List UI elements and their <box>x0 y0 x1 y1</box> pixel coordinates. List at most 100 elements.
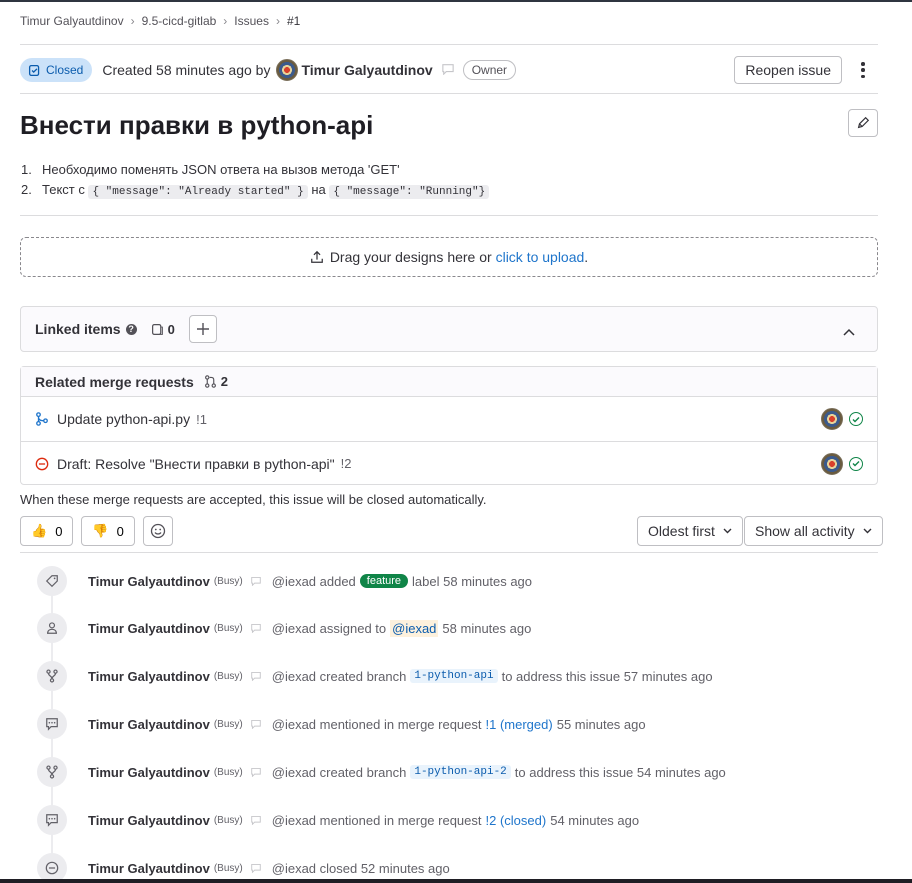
divider <box>20 44 878 45</box>
inline-code: { "message": "Running"} <box>329 185 490 199</box>
mr-link[interactable]: !2 (closed) <box>486 813 547 828</box>
assignee-link[interactable]: @iexad <box>390 619 439 637</box>
smiley-icon <box>150 523 165 539</box>
avatar[interactable] <box>821 452 843 475</box>
linked-items-count: 0 <box>151 322 175 337</box>
note-author[interactable]: Timur Galyautdinov <box>88 717 210 732</box>
note-author[interactable]: Timur Galyautdinov <box>88 861 210 876</box>
chevron-up-icon[interactable] <box>843 323 855 339</box>
merged-icon <box>36 412 48 426</box>
busy-status: (Busy) <box>213 622 243 634</box>
busy-status: (Busy) <box>213 862 243 874</box>
top-border <box>0 0 912 2</box>
pipeline-passed-icon[interactable] <box>849 412 863 426</box>
thumbsup-button[interactable]: 👍 0 <box>20 516 74 546</box>
speech-bubble-icon <box>250 861 262 876</box>
more-actions-icon[interactable] <box>858 60 868 80</box>
list-item: 2. Текст с { "message": "Already started"… <box>21 180 490 202</box>
note-action: @iexad added <box>271 573 356 589</box>
label-badge[interactable]: feature <box>359 574 409 588</box>
pipeline-passed-icon[interactable] <box>849 456 863 471</box>
avatar[interactable] <box>276 59 299 81</box>
branch-link[interactable]: 1-python-api-2 <box>410 765 511 779</box>
sort-order-dropdown[interactable]: Oldest first <box>637 516 743 546</box>
mr-ref: !1 <box>196 411 207 427</box>
system-note: Timur Galyautdinov (Busy) @iexad assigne… <box>20 613 878 643</box>
system-note: Timur Galyautdinov (Busy) @iexad added f… <box>20 566 878 596</box>
breadcrumb-project[interactable]: 9.5-cicd-gitlab <box>142 14 217 28</box>
add-linked-item-button[interactable] <box>188 315 217 343</box>
chevron-right-icon: › <box>223 14 228 28</box>
breadcrumb-issue[interactable]: #1 <box>287 14 300 28</box>
label-icon <box>37 566 67 596</box>
chevron-right-icon: › <box>275 14 280 28</box>
status-badge: Closed <box>20 58 93 82</box>
activity-filter-dropdown[interactable]: Show all activity <box>744 516 883 546</box>
branch-link[interactable]: 1-python-api <box>410 669 498 683</box>
divider <box>20 215 878 216</box>
award-emoji-bar: 👍 0 👎 0 <box>20 516 173 546</box>
plus-icon <box>196 323 209 335</box>
edit-title-button[interactable] <box>848 109 878 137</box>
breadcrumb-issues[interactable]: Issues <box>234 14 269 28</box>
chevron-down-icon <box>723 528 732 534</box>
breadcrumb: Timur Galyautdinov › 9.5-cicd-gitlab › I… <box>20 14 300 28</box>
note-author[interactable]: Timur Galyautdinov <box>88 765 210 780</box>
note-time: 58 minutes ago <box>442 620 532 636</box>
system-note: Timur Galyautdinov (Busy) @iexad mention… <box>20 805 878 835</box>
speech-bubble-icon <box>250 765 262 780</box>
speech-bubble-icon <box>250 813 262 828</box>
note-author[interactable]: Timur Galyautdinov <box>88 669 210 684</box>
note-action: @iexad mentioned in merge request <box>271 812 482 828</box>
add-reaction-button[interactable] <box>142 516 173 546</box>
note-action: @iexad closed 52 minutes ago <box>271 860 450 876</box>
thumbsup-icon: 👍 <box>31 523 48 538</box>
mr-ref: !2 <box>340 456 352 471</box>
comment-icon <box>37 709 67 739</box>
avatar[interactable] <box>821 408 843 430</box>
mr-title-link[interactable]: Update python-api.py <box>57 411 190 427</box>
linked-items-label: Linked items <box>35 321 121 337</box>
list-item[interactable]: Update python-api.py !1 <box>21 397 877 441</box>
mr-title-link[interactable]: Draft: Resolve "Внести правки в python-a… <box>57 456 335 472</box>
status-label: Closed <box>46 63 84 77</box>
list-item[interactable]: Draft: Resolve "Внести правки в python-a… <box>21 441 877 485</box>
linked-items-section: Linked items ? 0 <box>20 306 878 352</box>
role-badge: Owner <box>462 60 517 80</box>
mr-link[interactable]: !1 (merged) <box>486 717 553 732</box>
reopen-issue-button[interactable]: Reopen issue <box>734 56 842 84</box>
comment-icon <box>37 805 67 835</box>
system-note: Timur Galyautdinov (Busy) @iexad created… <box>20 757 878 787</box>
autoclose-note: When these merge requests are accepted, … <box>20 492 487 507</box>
thumbsdown-button[interactable]: 👎 0 <box>81 516 135 546</box>
note-author[interactable]: Timur Galyautdinov <box>88 813 210 828</box>
user-icon <box>37 613 67 643</box>
pencil-icon <box>857 116 870 129</box>
inline-code: { "message": "Already started" } <box>88 185 308 199</box>
list-item: 1. Необходимо поменять JSON ответа на выз… <box>21 162 400 177</box>
design-upload-zone[interactable]: Drag your designs here or click to uploa… <box>20 237 878 277</box>
question-icon[interactable]: ? <box>125 323 137 335</box>
system-note: Timur Galyautdinov (Busy) @iexad mention… <box>20 709 878 739</box>
breadcrumb-user[interactable]: Timur Galyautdinov <box>20 14 124 28</box>
note-action: @iexad assigned to <box>271 620 387 636</box>
mr-status <box>821 408 863 430</box>
issue-icon <box>151 323 163 335</box>
chevron-down-icon <box>863 528 872 534</box>
busy-status: (Busy) <box>213 814 243 826</box>
note-action: @iexad created branch <box>271 668 407 684</box>
issue-closed-icon <box>28 64 40 76</box>
note-author[interactable]: Timur Galyautdinov <box>88 574 210 589</box>
note-action: @iexad created branch <box>271 764 407 780</box>
note-author[interactable]: Timur Galyautdinov <box>88 621 210 636</box>
busy-status: (Busy) <box>213 718 243 730</box>
created-text: Created 58 minutes ago by <box>102 62 271 78</box>
thumbsdown-icon: 👎 <box>92 523 109 538</box>
issue-description: 1. Необходимо поменять JSON ответа на выз… <box>21 160 490 202</box>
author-link[interactable]: Timur Galyautdinov <box>301 62 432 78</box>
branch-icon <box>37 661 67 691</box>
speech-bubble-icon <box>250 669 262 684</box>
upload-icon <box>310 250 323 263</box>
system-note: Timur Galyautdinov (Busy) @iexad created… <box>20 661 878 691</box>
upload-link[interactable]: click to upload <box>496 249 585 265</box>
